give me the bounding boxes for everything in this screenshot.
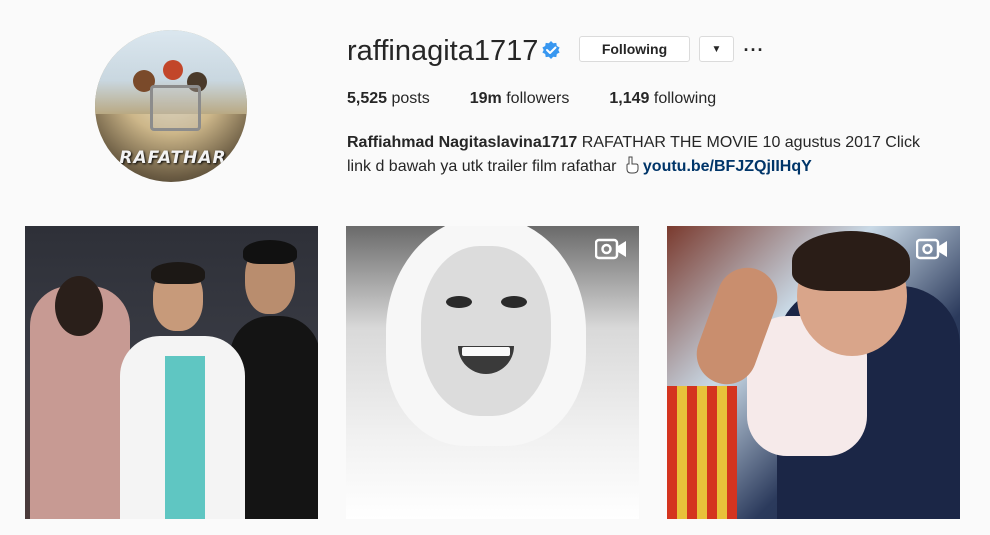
stat-following[interactable]: 1,149 following bbox=[609, 90, 716, 108]
following-count: 1,149 bbox=[609, 90, 650, 107]
photo-figure bbox=[165, 356, 205, 519]
post-thumbnail[interactable] bbox=[346, 226, 639, 519]
post-thumbnail[interactable] bbox=[667, 226, 960, 519]
photo-figure bbox=[446, 296, 472, 308]
video-icon bbox=[916, 238, 947, 260]
photo-figure bbox=[55, 276, 103, 336]
photo-figure bbox=[792, 231, 910, 291]
photo-figure bbox=[462, 347, 510, 356]
profile-username: raffinagita1717 bbox=[347, 35, 539, 67]
profile-bio: Raffiahmad Nagitaslavina1717 RAFATHAR TH… bbox=[347, 131, 937, 179]
posts-label: posts bbox=[391, 90, 430, 107]
posts-count: 5,525 bbox=[347, 90, 388, 107]
verified-badge-icon bbox=[542, 41, 560, 59]
more-options-icon[interactable]: ··· bbox=[744, 40, 764, 60]
photo-figure bbox=[243, 240, 297, 264]
bio-external-link[interactable]: youtu.be/BFJZQjIIHqY bbox=[643, 158, 812, 175]
pointing-down-hand-icon bbox=[626, 156, 639, 174]
photo-figure bbox=[421, 246, 551, 416]
post-thumbnail[interactable] bbox=[25, 226, 318, 519]
following-button[interactable]: Following bbox=[579, 36, 690, 62]
followers-count: 19m bbox=[469, 90, 502, 107]
avatar-cart bbox=[150, 85, 201, 131]
avatar-figure bbox=[163, 60, 183, 80]
profile-stats: 5,525 posts 19m followers 1,149 followin… bbox=[347, 90, 756, 108]
avatar-poster-title: RAFATHAR bbox=[119, 148, 227, 168]
following-label: following bbox=[653, 90, 717, 107]
photo-figure bbox=[501, 296, 527, 308]
followers-label: followers bbox=[506, 90, 570, 107]
stat-posts: 5,525 posts bbox=[347, 90, 430, 108]
photo-figure bbox=[151, 262, 205, 284]
stat-followers[interactable]: 19m followers bbox=[470, 90, 570, 108]
suggested-dropdown-button[interactable]: ▼ bbox=[699, 36, 734, 62]
profile-avatar[interactable]: RAFATHAR bbox=[95, 30, 247, 182]
caret-down-icon: ▼ bbox=[711, 43, 722, 55]
video-icon bbox=[595, 238, 626, 260]
bio-full-name: Raffiahmad Nagitaslavina1717 bbox=[347, 134, 578, 151]
photo-figure bbox=[667, 386, 737, 519]
